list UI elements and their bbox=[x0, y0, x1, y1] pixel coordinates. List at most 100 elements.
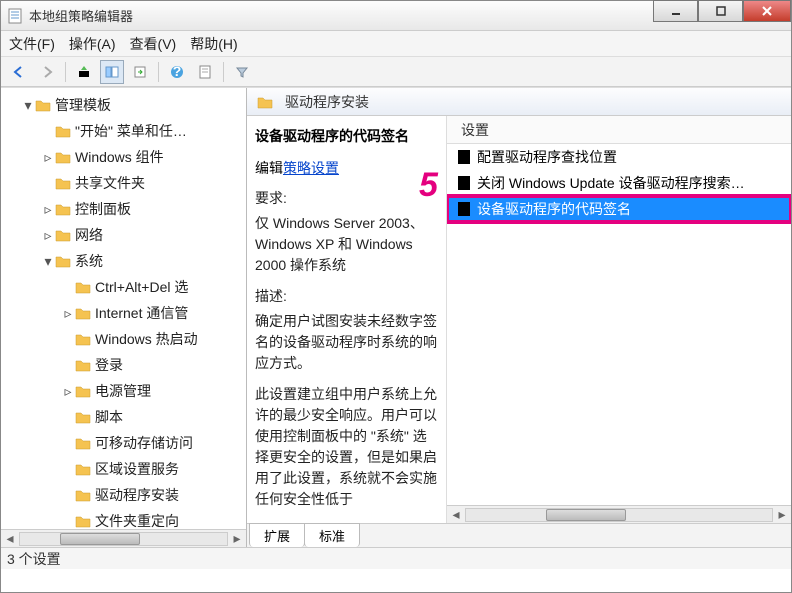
tree-item-label: 区域设置服务 bbox=[95, 459, 179, 479]
folder-icon bbox=[75, 280, 91, 294]
svg-text:?: ? bbox=[173, 65, 182, 79]
menu-action[interactable]: 操作(A) bbox=[69, 34, 116, 54]
folder-icon bbox=[75, 410, 91, 424]
tree-item-label: 脚本 bbox=[95, 407, 123, 427]
tree-item[interactable]: ▾ 系统 bbox=[5, 248, 246, 274]
tree-item-label: Ctrl+Alt+Del 选 bbox=[95, 277, 188, 297]
status-bar: 3 个设置 bbox=[1, 547, 791, 569]
list-item[interactable]: 配置驱动程序查找位置 bbox=[447, 144, 791, 170]
filter-button[interactable] bbox=[230, 60, 254, 84]
tab-extended[interactable]: 扩展 bbox=[249, 523, 305, 547]
folder-icon bbox=[55, 228, 71, 242]
tree-pane[interactable]: ▾ 管理模板 "开始" 菜单和任… ▹ Windows 组件共享文件夹 ▹ 控制面板 ▹ 网… bbox=[1, 88, 247, 547]
tree-item[interactable]: ▹Internet 通信管 bbox=[5, 300, 246, 326]
tree-item[interactable]: 登录 bbox=[5, 352, 246, 378]
menu-file[interactable]: 文件(F) bbox=[9, 34, 55, 54]
tree-item-label: 网络 bbox=[75, 225, 103, 245]
menu-help[interactable]: 帮助(H) bbox=[190, 34, 237, 54]
tree-item[interactable]: 可移动存储访问 bbox=[5, 430, 246, 456]
window-title: 本地组策略编辑器 bbox=[29, 6, 653, 25]
description-pane: 设备驱动程序的代码签名 编辑策略设置 要求: 仅 Windows Server … bbox=[247, 116, 447, 523]
up-button[interactable] bbox=[72, 60, 96, 84]
description-text-2: 此设置建立组中用户系统上允许的最少安全响应。用户可以使用控制面板中的 "系统" … bbox=[255, 384, 438, 510]
close-button[interactable] bbox=[743, 0, 791, 22]
show-hide-tree-button[interactable] bbox=[100, 60, 124, 84]
tree-twisty[interactable]: ▹ bbox=[61, 305, 75, 322]
list-item-label: 配置驱动程序查找位置 bbox=[477, 147, 617, 167]
tree-item[interactable]: ▹ 电源管理 bbox=[5, 378, 246, 404]
tree-item[interactable]: 区域设置服务 bbox=[5, 456, 246, 482]
edit-policy-link[interactable]: 策略设置 bbox=[283, 160, 339, 176]
folder-icon bbox=[75, 306, 91, 320]
folder-icon bbox=[55, 202, 71, 216]
menu-view[interactable]: 查看(V) bbox=[130, 34, 177, 54]
list-item-label: 设备驱动程序的代码签名 bbox=[477, 199, 631, 219]
list-item[interactable]: 关闭 Windows Update 设备驱动程序搜索… bbox=[447, 170, 791, 196]
tree-twisty[interactable]: ▹ bbox=[41, 201, 55, 218]
folder-icon bbox=[55, 254, 71, 268]
tree-item[interactable]: Windows 热启动 bbox=[5, 326, 246, 352]
right-pane: 驱动程序安装 设备驱动程序的代码签名 编辑策略设置 要求: 仅 Windows … bbox=[247, 88, 791, 547]
tree-item-label: 登录 bbox=[95, 355, 123, 375]
list-h-scrollbar[interactable]: ◂▸ bbox=[447, 505, 791, 523]
tree-item[interactable]: 脚本 bbox=[5, 404, 246, 430]
tree-twisty[interactable]: ▹ bbox=[41, 227, 55, 244]
description-label: 描述: bbox=[255, 286, 438, 307]
list-item[interactable]: 设备驱动程序的代码签名 bbox=[447, 196, 791, 222]
separator bbox=[223, 62, 224, 82]
folder-icon bbox=[75, 462, 91, 476]
folder-icon bbox=[75, 488, 91, 502]
tree-item-label: 系统 bbox=[75, 251, 103, 271]
folder-icon bbox=[75, 514, 91, 528]
back-button[interactable] bbox=[7, 60, 31, 84]
tree-twisty[interactable]: ▾ bbox=[41, 253, 55, 270]
export-button[interactable] bbox=[128, 60, 152, 84]
tab-bar: 扩展 标准 bbox=[247, 523, 791, 547]
edit-policy-row: 编辑策略设置 bbox=[255, 158, 438, 178]
tree-item[interactable]: "开始" 菜单和任… bbox=[5, 118, 246, 144]
tree-item-label: "开始" 菜单和任… bbox=[75, 121, 187, 141]
tree-item[interactable]: ▹ 网络 bbox=[5, 222, 246, 248]
list-column-header[interactable]: 设置 bbox=[447, 116, 791, 144]
app-icon bbox=[7, 8, 23, 24]
content-area: ▾ 管理模板 "开始" 菜单和任… ▹ Windows 组件共享文件夹 ▹ 控制面板 ▹ 网… bbox=[1, 87, 791, 547]
maximize-button[interactable] bbox=[698, 0, 743, 22]
policy-heading: 设备驱动程序的代码签名 bbox=[255, 126, 438, 146]
tree-item-label: 驱动程序安装 bbox=[95, 485, 179, 505]
tree-item[interactable]: Ctrl+Alt+Del 选 bbox=[5, 274, 246, 300]
requirements-text: 仅 Windows Server 2003、Windows XP 和 Windo… bbox=[255, 213, 438, 276]
titlebar: 本地组策略编辑器 bbox=[1, 1, 791, 31]
tree-twisty[interactable]: ▹ bbox=[41, 149, 55, 166]
help-button[interactable]: ? bbox=[165, 60, 189, 84]
detail-header: 驱动程序安装 bbox=[247, 88, 791, 116]
requirements-label: 要求: bbox=[255, 188, 438, 209]
tab-standard[interactable]: 标准 bbox=[304, 523, 360, 547]
tree-root[interactable]: ▾ 管理模板 bbox=[5, 92, 246, 118]
tree-item-label: 可移动存储访问 bbox=[95, 433, 193, 453]
settings-list-pane: 5 设置 配置驱动程序查找位置关闭 Windows Update 设备驱动程序搜… bbox=[447, 116, 791, 523]
tree-twisty[interactable]: ▹ bbox=[61, 383, 75, 400]
minimize-button[interactable] bbox=[653, 0, 698, 22]
tree-item[interactable]: ▹ Windows 组件 bbox=[5, 144, 246, 170]
menubar: 文件(F) 操作(A) 查看(V) 帮助(H) bbox=[1, 31, 791, 57]
folder-icon bbox=[55, 176, 71, 190]
forward-button[interactable] bbox=[35, 60, 59, 84]
window-controls bbox=[653, 1, 791, 30]
status-text: 3 个设置 bbox=[7, 549, 61, 569]
folder-icon bbox=[75, 358, 91, 372]
tree-h-scrollbar[interactable]: ◂▸ bbox=[1, 529, 246, 547]
tree-item-label: 电源管理 bbox=[95, 381, 151, 401]
toolbar: ? bbox=[1, 57, 791, 87]
folder-icon bbox=[75, 332, 91, 346]
tree-item[interactable]: ▹ 控制面板 bbox=[5, 196, 246, 222]
folder-icon bbox=[55, 150, 71, 164]
tree-item[interactable]: 驱动程序安装 bbox=[5, 482, 246, 508]
folder-icon bbox=[257, 95, 273, 109]
detail-header-title: 驱动程序安装 bbox=[285, 92, 369, 112]
tree-item[interactable]: 共享文件夹 bbox=[5, 170, 246, 196]
tree-item-label: Windows 组件 bbox=[75, 147, 164, 167]
description-text-1: 确定用户试图安装未经数字签名的设备驱动程序时系统的响应方式。 bbox=[255, 311, 438, 374]
properties-button[interactable] bbox=[193, 60, 217, 84]
tree-item-label: 文件夹重定向 bbox=[95, 511, 179, 531]
tree-item-label: 控制面板 bbox=[75, 199, 131, 219]
